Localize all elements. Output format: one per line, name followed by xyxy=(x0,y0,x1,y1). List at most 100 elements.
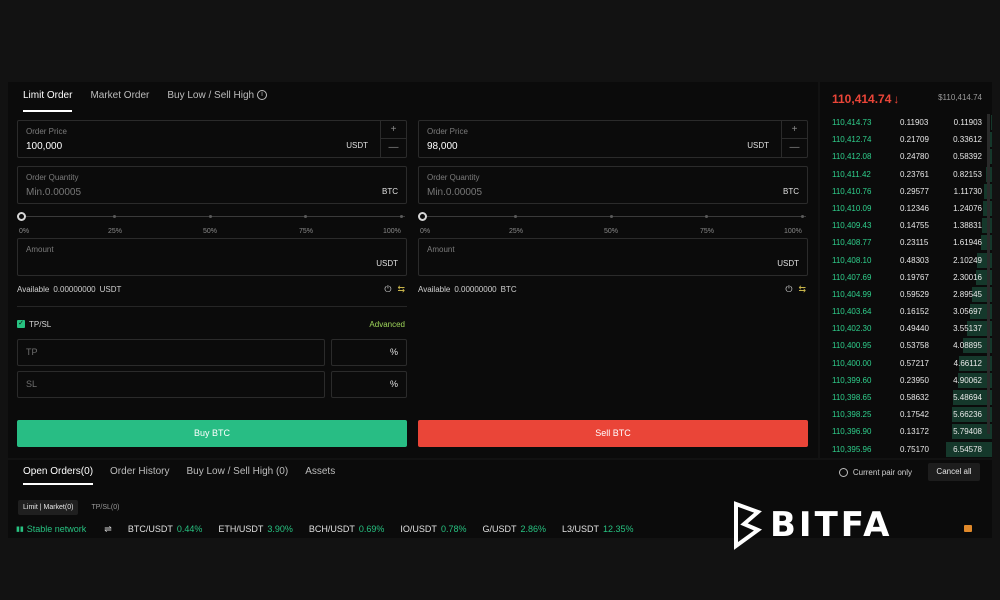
order-book-row[interactable]: 110,403.64 0.16152 3.05697 xyxy=(820,303,992,320)
sell-price-value[interactable]: 98,000 xyxy=(427,141,458,152)
subtab-tpsl[interactable]: TP/SL(0) xyxy=(86,500,124,515)
slider-mark-dot xyxy=(610,215,613,218)
order-book-row[interactable]: 110,400.95 0.53758 4.08895 xyxy=(820,337,992,354)
radio-icon[interactable] xyxy=(838,468,848,477)
orders-subtabs: Limit | Market(0) TP/SL(0) xyxy=(18,500,124,515)
tp-percent-input[interactable]: % xyxy=(331,339,407,366)
order-book-row[interactable]: 110,404.99 0.59529 2.89545 xyxy=(820,286,992,303)
buy-quantity-field[interactable]: Order Quantity Min.0.00005 BTC xyxy=(17,166,407,204)
refresh-icon[interactable]: ⏻ xyxy=(785,284,792,295)
ticker-pair: BTC/USDT xyxy=(127,524,173,534)
order-book-row[interactable]: 110,408.77 0.23115 1.61946 xyxy=(820,234,992,251)
order-book-row[interactable]: 110,396.90 0.13172 5.79408 xyxy=(820,423,992,440)
tab-buy-low-sell-high-orders[interactable]: Buy Low / Sell High (0) xyxy=(186,466,288,485)
sell-price-field[interactable]: Order Price 98,000 USDT + — xyxy=(418,120,808,158)
transfer-icon[interactable]: ⇆ xyxy=(397,284,405,295)
ticker-item[interactable]: BCH/USDT 0.69% xyxy=(309,524,385,534)
row-price: 110,398.25 xyxy=(832,410,872,420)
sell-amount-label: Amount xyxy=(427,245,455,254)
order-book-row[interactable]: 110,412.08 0.24780 0.58392 xyxy=(820,148,992,165)
checkbox-checked-icon[interactable]: ✓ xyxy=(17,320,25,328)
tp-input[interactable]: TP xyxy=(17,339,325,366)
slider-mark-label: 100% xyxy=(784,228,802,235)
ticker-item[interactable]: ETH/USDT 3.90% xyxy=(218,524,293,534)
row-amount: 0.17542 xyxy=(900,410,929,420)
row-total: 4.90062 xyxy=(953,375,982,385)
divider xyxy=(17,306,407,307)
order-book-row[interactable]: 110,398.25 0.17542 5.66236 xyxy=(820,406,992,423)
buy-quantity-placeholder: Min.0.00005 xyxy=(26,187,82,198)
row-total: 0.11903 xyxy=(953,118,982,127)
row-total: 2.10249 xyxy=(953,255,982,265)
row-total: 1.11730 xyxy=(953,186,982,196)
plus-icon[interactable]: + xyxy=(782,121,807,139)
buy-price-field[interactable]: Order Price 100,000 USDT + — xyxy=(17,120,407,158)
sl-percent-input[interactable]: % xyxy=(331,371,407,398)
tab-assets[interactable]: Assets xyxy=(305,466,335,485)
sl-input[interactable]: SL xyxy=(17,371,325,398)
tab-open-orders[interactable]: Open Orders(0) xyxy=(23,466,94,485)
sell-percent-slider[interactable]: 0% 25% 50% 75% 100% xyxy=(418,212,808,238)
order-book-row[interactable]: 110,402.30 0.49440 3.55137 xyxy=(820,320,992,337)
order-book-row[interactable]: 110,410.76 0.29577 1.11730 xyxy=(820,183,992,200)
tpsl-label[interactable]: TP/SL xyxy=(29,320,51,329)
row-price: 110,402.30 xyxy=(832,324,872,334)
minus-icon[interactable]: — xyxy=(782,139,807,157)
sell-quantity-unit: BTC xyxy=(783,187,799,196)
advanced-link[interactable]: Advanced xyxy=(369,320,405,329)
current-pair-toggle[interactable]: Current pair only xyxy=(838,468,912,477)
row-amount: 0.58632 xyxy=(900,393,929,402)
buy-percent-slider[interactable]: 0% 25% 50% 75% 100% xyxy=(17,212,407,238)
sell-form: Order Price 98,000 USDT + — Order Quanti… xyxy=(418,120,808,298)
order-book-row[interactable]: 110,411.42 0.23761 0.82153 xyxy=(820,166,992,183)
ticker-item[interactable]: BTC/USDT 0.44% xyxy=(128,524,203,534)
info-icon[interactable]: i xyxy=(257,90,268,101)
plus-icon[interactable]: + xyxy=(381,121,406,139)
sell-price-label: Order Price xyxy=(427,127,468,136)
row-total: 4.66112 xyxy=(953,358,982,368)
scrollbar[interactable] xyxy=(987,114,990,434)
sell-quantity-field[interactable]: Order Quantity Min.0.00005 BTC xyxy=(418,166,808,204)
sell-amount-field[interactable]: Amount USDT xyxy=(418,238,808,276)
slider-handle[interactable] xyxy=(17,212,26,221)
order-book-row[interactable]: 110,412.74 0.21709 0.33612 xyxy=(820,131,992,148)
tab-order-history[interactable]: Order History xyxy=(110,466,169,485)
cancel-all-button[interactable]: Cancel all xyxy=(928,463,980,481)
order-book-row[interactable]: 110,398.65 0.58632 5.48694 xyxy=(820,389,992,406)
ticker-item[interactable]: G/USDT 2.86% xyxy=(482,524,546,534)
slider-handle[interactable] xyxy=(418,212,427,221)
tab-market-order[interactable]: Market Order xyxy=(90,90,149,112)
slider-mark-dot xyxy=(801,215,804,218)
buy-price-value[interactable]: 100,000 xyxy=(26,141,62,152)
buy-button[interactable]: Buy BTC xyxy=(17,420,407,447)
ticker-item[interactable]: IO/USDT 0.78% xyxy=(400,524,466,534)
tab-limit-order[interactable]: Limit Order xyxy=(23,90,73,112)
refresh-icon[interactable]: ⏻ xyxy=(384,284,391,295)
minus-icon[interactable]: — xyxy=(381,139,406,157)
ticker-item[interactable]: L3/USDT 12.35% xyxy=(562,524,634,534)
tpsl-toggle-row: ✓ TP/SL Advanced xyxy=(17,317,407,331)
slider-mark-dot xyxy=(400,215,403,218)
swap-icon[interactable]: ⇌ xyxy=(104,524,112,535)
order-book-row[interactable]: 110,400.00 0.57217 4.66112 xyxy=(820,355,992,372)
tab-buy-low-sell-high[interactable]: Buy Low / Sell High i xyxy=(167,90,268,112)
slider-track xyxy=(422,216,806,217)
ticker-change: 0.44% xyxy=(176,524,203,534)
order-book-row[interactable]: 110,407.69 0.19767 2.30016 xyxy=(820,269,992,286)
order-book-row[interactable]: 110,395.96 0.75170 6.54578 xyxy=(820,441,992,458)
subtab-limit-market[interactable]: Limit | Market(0) xyxy=(18,500,79,515)
slider-mark-dot xyxy=(209,215,212,218)
order-book-row[interactable]: 110,408.10 0.48303 2.10249 xyxy=(820,252,992,269)
slider-mark-dot xyxy=(304,215,307,218)
message-icon[interactable] xyxy=(964,525,972,532)
sell-available-unit: BTC xyxy=(500,284,517,294)
buy-amount-field[interactable]: Amount USDT xyxy=(17,238,407,276)
logo: BITFA xyxy=(730,500,892,550)
transfer-icon[interactable]: ⇆ xyxy=(798,284,806,295)
ticker-items: BTC/USDT 0.44% ETH/USDT 3.90% BCH/USDT 0.69% I… xyxy=(112,524,634,534)
sell-button[interactable]: Sell BTC xyxy=(418,420,808,447)
order-book-row[interactable]: 110,414.73 0.11903 0.11903 xyxy=(820,114,992,131)
order-book-row[interactable]: 110,409.43 0.14755 1.38831 xyxy=(820,217,992,234)
order-book-row[interactable]: 110,410.09 0.12346 1.24076 xyxy=(820,200,992,217)
order-book-row[interactable]: 110,399.60 0.23950 4.90062 xyxy=(820,372,992,389)
